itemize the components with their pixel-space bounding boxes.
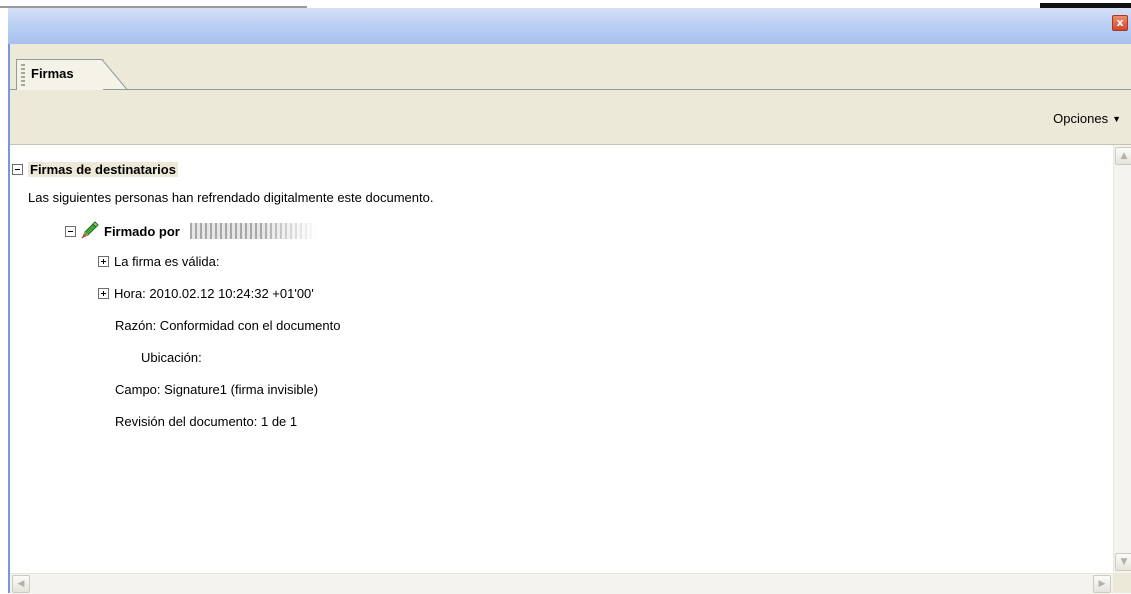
field-text: Campo: Signature1 (firma invisible): [115, 382, 319, 397]
time-text: Hora: 2010.02.12 10:24:32 +01'00': [114, 286, 314, 301]
background-strip: [0, 0, 1131, 8]
tab-firmas[interactable]: Firmas: [16, 59, 104, 90]
signed-by-label: Firmado por: [104, 224, 180, 239]
horizontal-scrollbar[interactable]: ◀ ▶: [10, 573, 1113, 594]
options-menu-button[interactable]: Opciones ▼: [1053, 111, 1121, 126]
scrollbar-corner: [1113, 573, 1131, 593]
section-row[interactable]: Firmas de destinatarios: [12, 161, 178, 179]
options-label: Opciones: [1053, 111, 1109, 126]
section-title: Firmas de destinatarios: [28, 162, 178, 177]
chevron-down-icon: ▼: [1112, 114, 1121, 124]
expand-icon[interactable]: [98, 256, 109, 267]
tab-label: Firmas: [31, 66, 74, 81]
signatures-tree: Firmas de destinatarios Las siguientes p…: [10, 145, 1113, 573]
collapse-icon[interactable]: [12, 164, 23, 175]
location-text: Ubicación:: [141, 350, 202, 365]
scroll-down-arrow-icon[interactable]: ▼: [1115, 553, 1131, 571]
signature-pen-icon: [81, 221, 99, 244]
signature-row[interactable]: Firmado por: [65, 221, 318, 244]
signer-name-redacted: [189, 223, 318, 239]
revision-text: Revisión del documento: 1 de 1: [115, 414, 298, 429]
panel-titlebar: x: [8, 8, 1131, 44]
reason-text: Razón: Conformidad con el documento: [115, 318, 341, 333]
validity-row[interactable]: La firma es válida:: [98, 253, 220, 271]
vertical-scrollbar[interactable]: ▲ ▼: [1113, 145, 1131, 573]
panel-toolbar: Opciones ▼: [10, 90, 1131, 145]
time-row[interactable]: Hora: 2010.02.12 10:24:32 +01'00': [98, 285, 314, 303]
scroll-left-arrow-icon[interactable]: ◀: [12, 575, 30, 593]
scroll-up-arrow-icon[interactable]: ▲: [1115, 147, 1131, 165]
signatures-panel: x Firmas Opciones ▼ Firmas de destinatari…: [8, 8, 1131, 594]
tab-strip: Firmas: [10, 44, 1131, 90]
grip-icon[interactable]: [21, 64, 25, 86]
validity-text: La firma es válida:: [114, 254, 220, 269]
tab-edge: [101, 59, 128, 90]
scroll-right-arrow-icon[interactable]: ▶: [1093, 575, 1111, 593]
section-description: Las siguientes personas han refrendado d…: [28, 190, 434, 205]
expand-icon[interactable]: [98, 288, 109, 299]
collapse-icon[interactable]: [65, 226, 76, 237]
close-icon[interactable]: x: [1112, 15, 1128, 31]
